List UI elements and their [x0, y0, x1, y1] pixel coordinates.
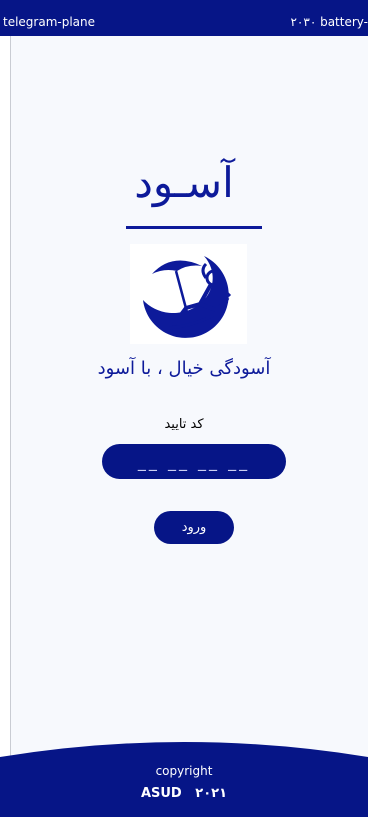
window-edge	[0, 0, 11, 817]
tagline: آسودگی خیال ، با آسود	[97, 358, 271, 379]
verification-code-label: کد تایید	[164, 417, 204, 432]
status-bar: telegram-plane ۲۰۳۰ battery-	[0, 0, 368, 36]
footer-copyright: copyright	[155, 764, 213, 778]
status-right-text: ۲۰۳۰ battery-	[290, 15, 368, 29]
relaxing-person-logo-icon	[143, 256, 232, 338]
app-screen: telegram-plane ۲۰۳۰ battery- آسـود آسودگ…	[0, 0, 368, 817]
footer-brand: ASUD ۲۰۲۱	[140, 786, 228, 801]
verification-code-input[interactable]	[102, 444, 286, 479]
login-button[interactable]: ورود	[154, 511, 234, 544]
title-underline	[126, 226, 262, 229]
status-left-text: telegram-plane	[3, 15, 96, 29]
app-title: آسـود	[134, 158, 234, 207]
brand-logo	[130, 244, 247, 344]
footer: copyright ASUD ۲۰۲۱	[0, 735, 368, 817]
